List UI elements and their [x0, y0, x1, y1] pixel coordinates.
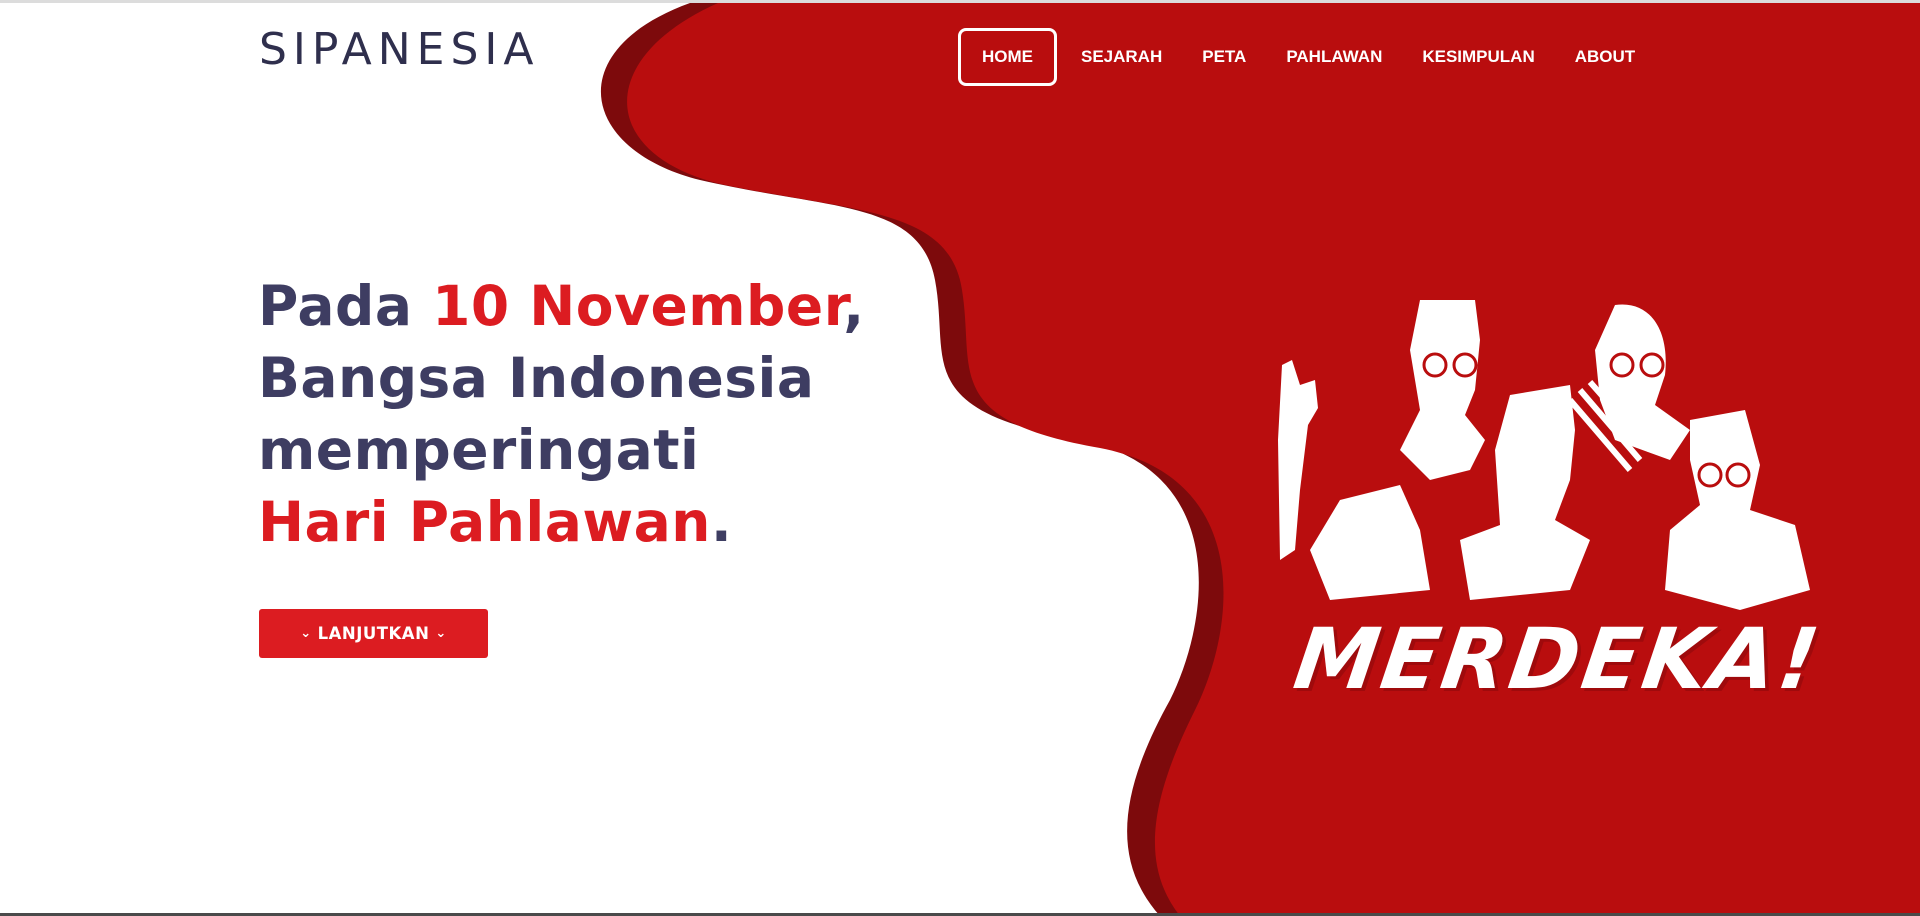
- continue-button[interactable]: ⌄ LANJUTKAN ⌄: [259, 609, 488, 658]
- headline-text: Pada: [258, 274, 433, 338]
- chevron-down-icon: ⌄: [435, 626, 447, 641]
- merdeka-text: MERDEKA!: [1288, 610, 1828, 708]
- nav-about[interactable]: ABOUT: [1555, 28, 1655, 86]
- scroll-indicator: [1906, 20, 1920, 72]
- nav-pahlawan[interactable]: PAHLAWAN: [1266, 28, 1402, 86]
- site-logo[interactable]: SIPANESIA: [259, 22, 539, 78]
- nav-peta[interactable]: PETA: [1182, 28, 1266, 86]
- main-nav: HOME SEJARAH PETA PAHLAWAN KESIMPULAN AB…: [958, 28, 1655, 86]
- headline-line-1: Pada 10 November,: [258, 274, 865, 338]
- headline-comma: ,: [843, 274, 865, 338]
- headline-period: .: [710, 490, 733, 554]
- headline-date: 10 November: [432, 274, 844, 338]
- chevron-down-icon: ⌄: [300, 626, 312, 641]
- continue-label: LANJUTKAN: [317, 624, 430, 643]
- headline-line-3: memperingati: [258, 418, 700, 482]
- headline-line-4: Hari Pahlawan.: [258, 490, 732, 554]
- nav-kesimpulan[interactable]: KESIMPULAN: [1402, 28, 1554, 86]
- nav-home[interactable]: HOME: [958, 28, 1057, 86]
- nav-sejarah[interactable]: SEJARAH: [1061, 28, 1182, 86]
- headline-highlight: Hari Pahlawan: [258, 490, 711, 554]
- hero-headline: Pada 10 November, Bangsa Indonesia mempe…: [258, 270, 958, 558]
- headline-line-2: Bangsa Indonesia: [258, 346, 815, 410]
